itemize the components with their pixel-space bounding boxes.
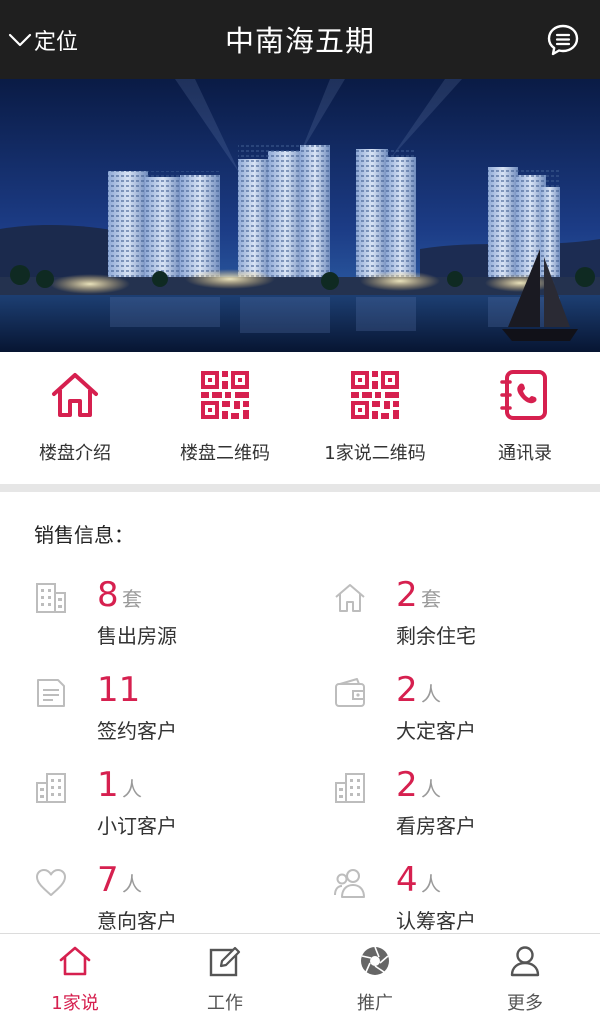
stat-value: 7 bbox=[97, 860, 119, 900]
stat-unit: 人 bbox=[421, 872, 441, 896]
page-title: 中南海五期 bbox=[224, 24, 375, 58]
wallet-icon bbox=[335, 678, 365, 707]
home-icon bbox=[59, 946, 91, 976]
stat-remaining-homes[interactable]: 2 套 剩余住宅 bbox=[333, 575, 600, 655]
stat-label: 认筹客户 bbox=[396, 909, 476, 933]
building-icon bbox=[335, 773, 365, 803]
aperture-icon bbox=[361, 946, 389, 975]
quick-item-label: 1家说二维码 bbox=[324, 443, 426, 464]
house-outline-icon bbox=[335, 584, 365, 612]
stat-label: 意向客户 bbox=[97, 909, 177, 933]
stat-sold-units[interactable]: 8 套 售出房源 bbox=[34, 575, 304, 655]
stat-unit: 人 bbox=[421, 777, 441, 801]
stat-value: 1 bbox=[97, 765, 119, 805]
user-icon bbox=[510, 946, 540, 977]
tab-label: 1家说 bbox=[51, 993, 99, 1014]
quick-item-project-qr[interactable]: 楼盘二维码 bbox=[150, 352, 300, 484]
stat-label: 售出房源 bbox=[97, 624, 177, 648]
qr-code-icon bbox=[351, 371, 399, 419]
heart-icon bbox=[36, 869, 66, 896]
stat-deposit-customers[interactable]: 2 人 大定客户 bbox=[333, 670, 600, 750]
stat-viewing-customers[interactable]: 2 人 看房客户 bbox=[333, 765, 600, 845]
chat-bubble-icon bbox=[547, 24, 579, 56]
document-icon bbox=[37, 679, 65, 707]
tab-work[interactable]: 工作 bbox=[150, 934, 300, 1024]
stat-label: 剩余住宅 bbox=[396, 624, 476, 648]
stat-label: 大定客户 bbox=[396, 719, 476, 743]
top-bar: 定位 中南海五期 bbox=[0, 0, 600, 79]
house-icon bbox=[52, 373, 98, 417]
quick-item-label: 楼盘二维码 bbox=[180, 443, 270, 464]
stat-label: 签约客户 bbox=[97, 719, 177, 743]
stat-value: 2 bbox=[396, 575, 418, 615]
project-banner-image[interactable] bbox=[0, 79, 600, 352]
building-icon bbox=[36, 583, 66, 613]
tab-home[interactable]: 1家说 bbox=[0, 934, 150, 1024]
stat-value: 11 bbox=[97, 670, 141, 710]
tab-label: 工作 bbox=[207, 993, 243, 1014]
tab-promote[interactable]: 推广 bbox=[300, 934, 450, 1024]
stat-intent-customers[interactable]: 7 人 意向客户 bbox=[34, 860, 304, 940]
quick-item-label: 通讯录 bbox=[498, 443, 552, 464]
app-root: 定位 中南海五期 楼盘介绍 楼盘二维码 1家说二维码 通讯录 销售信息： 8 套… bbox=[0, 0, 600, 1024]
stat-unit: 套 bbox=[421, 587, 441, 611]
stat-value: 2 bbox=[396, 670, 418, 710]
sales-section-title: 销售信息： bbox=[34, 523, 134, 547]
quick-item-label: 楼盘介绍 bbox=[39, 443, 111, 464]
quick-item-contacts[interactable]: 通讯录 bbox=[450, 352, 600, 484]
stat-value: 4 bbox=[396, 860, 418, 900]
quick-item-project-intro[interactable]: 楼盘介绍 bbox=[0, 352, 150, 484]
tab-more[interactable]: 更多 bbox=[450, 934, 600, 1024]
stat-small-order-customers[interactable]: 1 人 小订客户 bbox=[34, 765, 304, 845]
building-icon bbox=[36, 773, 66, 803]
message-button[interactable] bbox=[546, 23, 580, 57]
bottom-tab-bar: 1家说 工作 推广 更多 bbox=[0, 933, 600, 1024]
stat-label: 看房客户 bbox=[396, 814, 476, 838]
contacts-icon bbox=[500, 370, 547, 420]
edit-icon bbox=[209, 946, 241, 977]
stat-unit: 人 bbox=[421, 682, 441, 706]
stat-value: 2 bbox=[396, 765, 418, 805]
section-divider bbox=[0, 484, 600, 492]
stat-unit: 套 bbox=[122, 587, 142, 611]
stat-value: 8 bbox=[97, 575, 119, 615]
tab-label: 更多 bbox=[507, 993, 543, 1014]
tab-label: 推广 bbox=[357, 993, 393, 1014]
quick-item-app-qr[interactable]: 1家说二维码 bbox=[300, 352, 450, 484]
stat-unit: 人 bbox=[122, 777, 142, 801]
stat-contracted-customers[interactable]: 11 签约客户 bbox=[34, 670, 304, 750]
quick-menu: 楼盘介绍 楼盘二维码 1家说二维码 通讯录 bbox=[0, 352, 600, 484]
qr-code-icon bbox=[201, 371, 249, 419]
stat-subscription-customers[interactable]: 4 人 认筹客户 bbox=[333, 860, 600, 940]
stat-unit: 人 bbox=[122, 872, 142, 896]
group-icon bbox=[334, 869, 365, 898]
stat-label: 小订客户 bbox=[97, 814, 177, 838]
